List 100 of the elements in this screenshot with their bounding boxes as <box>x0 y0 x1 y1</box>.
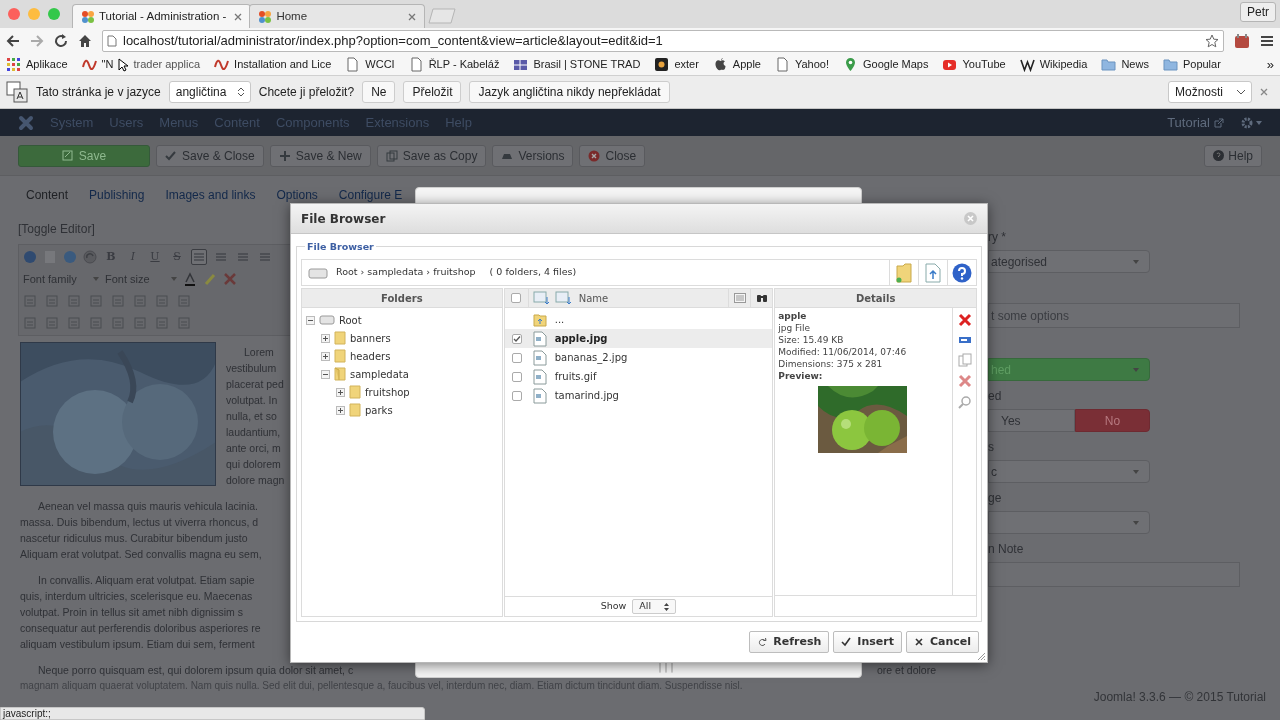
input-field[interactable] <box>988 562 1240 587</box>
reload-icon[interactable] <box>54 34 68 48</box>
folder-tree-item[interactable]: fruitshop <box>365 384 410 400</box>
undo-icon[interactable] <box>63 250 77 264</box>
help-icon[interactable] <box>23 250 37 264</box>
window-control-icon[interactable] <box>8 8 20 20</box>
refresh-icon <box>757 637 768 647</box>
bookmark-link[interactable]: Yahoo! <box>775 56 830 73</box>
close-icon[interactable] <box>1260 88 1268 96</box>
checkbox[interactable] <box>511 293 522 303</box>
bookmark-link[interactable]: Google Maps <box>843 56 929 73</box>
bookmark-link[interactable]: exter <box>654 56 699 73</box>
translate-button[interactable]: Přeložit <box>403 81 462 103</box>
new-tab-button[interactable] <box>427 8 458 24</box>
bookmark-link[interactable]: Installation and Lice <box>214 56 332 73</box>
dialog-button[interactable]: Refresh <box>749 631 830 653</box>
bookmark-link[interactable]: Wikipedia <box>1019 56 1088 73</box>
zoom-icon[interactable] <box>957 395 972 409</box>
expand-icon[interactable] <box>336 387 345 397</box>
dialog-button[interactable]: Insert <box>833 631 902 653</box>
options-select[interactable]: Možnosti <box>1168 81 1252 103</box>
select-field[interactable] <box>988 511 1150 534</box>
folder-icon <box>349 385 361 399</box>
browser-tab[interactable]: Home <box>249 4 426 28</box>
updown-icon <box>237 87 244 97</box>
joomla-logo-icon[interactable] <box>18 114 34 131</box>
file-row[interactable]: bananas_2.jpg <box>504 348 773 367</box>
window-control-icon[interactable] <box>28 8 40 20</box>
back-icon[interactable] <box>6 34 20 48</box>
folder-tree-item[interactable]: parks <box>365 402 393 418</box>
folder-tree-item[interactable]: headers <box>350 348 391 364</box>
expand-icon[interactable] <box>336 405 345 415</box>
menu-icon[interactable] <box>1260 35 1274 47</box>
window-control-icon[interactable] <box>48 8 60 20</box>
bookmark-link[interactable]: "N trader applica <box>81 56 201 73</box>
translate-button[interactable]: Jazyk angličtina nikdy nepřekládat <box>469 81 670 103</box>
page-icon <box>408 57 424 72</box>
cut-icon[interactable] <box>223 272 237 286</box>
bookmark-star-icon[interactable] <box>1205 34 1219 48</box>
folder-icon <box>1101 57 1117 72</box>
expand-icon[interactable] <box>321 351 330 361</box>
close-icon[interactable] <box>964 212 977 225</box>
file-row[interactable]: fruits.gif <box>504 367 773 386</box>
extension-icon[interactable] <box>1234 33 1250 49</box>
browser-tab[interactable]: Tutorial - Administration - <box>72 4 252 28</box>
bookmark-link[interactable]: Apple <box>712 56 761 73</box>
text-color-icon[interactable] <box>183 272 197 286</box>
copy-icon[interactable] <box>957 353 972 367</box>
collapse-icon[interactable] <box>321 369 330 379</box>
sort-icon[interactable] <box>532 291 551 305</box>
image-file-icon <box>532 387 547 404</box>
profile-button[interactable]: Petr <box>1240 2 1276 22</box>
file-row[interactable]: apple.jpg <box>504 329 773 348</box>
redo-icon[interactable] <box>83 250 97 264</box>
translate-icon <box>6 81 28 103</box>
bookmark-link[interactable]: Aplikace <box>6 56 68 73</box>
bookmark-link[interactable]: Brasil | STONE TRAD <box>513 56 641 73</box>
binoculars-icon <box>755 293 768 303</box>
folder-tree-item[interactable]: Root <box>339 312 362 328</box>
paragraph-line: Aenean vel massa quis mauris vehicula lacinia. <box>37 499 259 514</box>
expand-icon[interactable] <box>321 333 330 343</box>
show-select[interactable]: All <box>632 599 677 614</box>
close-icon[interactable] <box>234 12 243 21</box>
bookmark-link[interactable]: WCCI <box>345 56 395 73</box>
joomla-logo-icon <box>258 9 273 24</box>
close-icon <box>588 149 601 162</box>
close-icon[interactable] <box>408 12 417 21</box>
resize-handle-icon[interactable] <box>977 652 986 661</box>
dialog-button[interactable]: Cancel <box>905 631 979 653</box>
preview-label: Preview: <box>778 370 824 382</box>
folder-tree-item[interactable]: sampledata <box>350 366 409 382</box>
collapse-icon[interactable] <box>306 315 315 325</box>
align-button[interactable] <box>191 249 207 265</box>
checkbox[interactable] <box>511 371 522 382</box>
sort-icon[interactable] <box>554 291 573 305</box>
home-icon[interactable] <box>78 34 92 48</box>
delete-icon[interactable] <box>957 313 972 327</box>
bookmark-link[interactable]: News <box>1101 56 1149 73</box>
file-row[interactable]: ... <box>504 310 773 329</box>
checkbox[interactable] <box>511 352 522 363</box>
address-bar[interactable]: localhost/tutorial/administrator/index.php?option=com_content&view=article&layout=edit&id=1 <box>102 30 1224 52</box>
checkbox[interactable] <box>511 390 522 401</box>
folder-tree-item[interactable]: banners <box>350 330 391 346</box>
folder-icon <box>334 367 346 381</box>
paragraph-line: qui dolorem <box>226 457 281 472</box>
translate-button[interactable]: Ne <box>362 81 396 103</box>
bookmark-link[interactable]: YouTube <box>942 56 1006 73</box>
highlighter-icon[interactable] <box>203 272 217 286</box>
bookmark-link[interactable]: Popular <box>1162 56 1221 73</box>
cut-icon[interactable] <box>957 374 972 388</box>
more-bookmarks-button[interactable]: » <box>1266 54 1274 75</box>
image-file-icon <box>532 368 547 385</box>
rename-icon[interactable] <box>957 334 972 346</box>
settings-icon[interactable] <box>1240 115 1262 130</box>
language-select[interactable]: angličtina <box>168 81 251 103</box>
checkbox[interactable] <box>511 333 522 344</box>
forward-icon[interactable] <box>30 34 44 48</box>
bookmark-link[interactable]: ŘLP - Kabeláž <box>408 56 500 73</box>
file-row[interactable]: tamarind.jpg <box>504 386 773 405</box>
check-icon <box>165 149 177 162</box>
